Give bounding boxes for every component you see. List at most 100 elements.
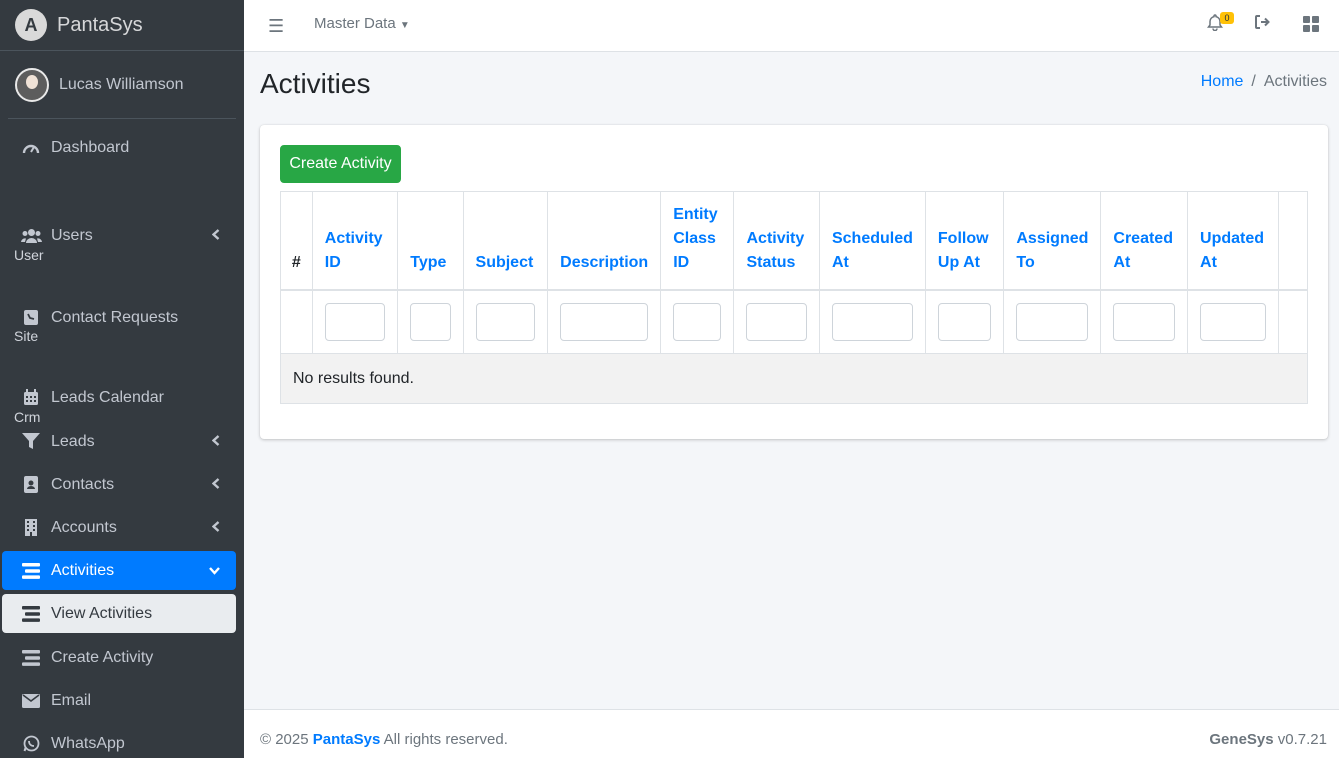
chevron-left-icon — [211, 520, 220, 535]
logout-icon[interactable] — [1254, 14, 1271, 35]
filter-input-activity-id[interactable] — [324, 302, 386, 341]
sidebar-item-label: View Activities — [51, 604, 153, 622]
filter-input-created-at[interactable] — [1113, 302, 1176, 341]
sidebar-item-contacts[interactable]: Contacts — [2, 465, 236, 504]
apps-grid-icon[interactable] — [1303, 16, 1319, 32]
column-header-text: Assigned — [1016, 229, 1089, 247]
column-header-type[interactable]: Type — [397, 191, 464, 291]
filter-input-scheduled-at[interactable] — [831, 302, 913, 341]
filter-icon — [20, 433, 42, 451]
column-header-text: Scheduled — [831, 229, 913, 247]
sidebar-item-accounts[interactable]: Accounts — [2, 508, 236, 547]
sidebar-item-label: Contact Requests — [51, 308, 179, 326]
column-header-created-at[interactable]: Created At — [1100, 191, 1189, 291]
column-header-text: Class — [673, 229, 716, 247]
column-header-text: Follow — [937, 229, 989, 247]
master-data-dropdown[interactable]: Master Data ▼ — [314, 15, 410, 32]
filter-cell — [397, 289, 464, 354]
column-header-text: Entity — [673, 205, 718, 223]
sidebar-item-label: Activities — [51, 561, 115, 579]
sidebar-item-label: Email — [51, 691, 92, 709]
column-header-scheduled-at[interactable]: Scheduled At — [818, 191, 926, 291]
sidebar-item-leads-calendar[interactable]: Leads Calendar — [2, 378, 236, 417]
filter-input-updated-at[interactable] — [1200, 302, 1266, 341]
breadcrumb-home-link[interactable]: Home — [1201, 73, 1244, 90]
user-name: Lucas Williamson — [59, 75, 184, 93]
sidebar-item-label: Contacts — [51, 475, 115, 493]
empty-message: No results found. — [280, 353, 1308, 404]
activities-table: # Activity ID Type Subject Description Entity C… — [280, 191, 1309, 404]
breadcrumb-separator: / — [1251, 73, 1256, 90]
chevron-down-icon — [209, 564, 220, 578]
sidebar-item-view-activities[interactable]: View Activities — [2, 594, 236, 633]
sidebar-item-label: WhatsApp — [51, 734, 125, 752]
sidebar-item-label: Leads Calendar — [51, 388, 164, 406]
building-icon — [20, 519, 42, 537]
filter-cell — [1003, 289, 1102, 354]
sidebar-item-activities[interactable]: Activities — [2, 551, 236, 590]
sidebar: A PantaSys Lucas Williamson Dashboard Use… — [0, 0, 244, 758]
filter-cell — [280, 289, 313, 354]
hamburger-menu-icon[interactable]: ☰ — [268, 16, 284, 37]
notification-badge: 0 — [1220, 12, 1234, 24]
column-header-follow-up-at[interactable]: Follow Up At — [924, 191, 1005, 291]
sidebar-item-label: Create Activity — [51, 648, 154, 666]
version-text: v0.7.21 — [1277, 731, 1327, 748]
empty-row: No results found. — [280, 353, 1308, 404]
whatsapp-icon — [20, 735, 42, 753]
column-header-text: Up At — [937, 253, 980, 271]
column-header-assigned-to[interactable]: Assigned To — [1003, 191, 1102, 291]
calendar-icon — [20, 389, 42, 407]
filter-input-follow-up-at[interactable] — [937, 302, 992, 341]
column-header-description[interactable]: Description — [547, 191, 662, 291]
column-header-text: Description — [560, 253, 649, 271]
filter-cell — [818, 289, 926, 354]
filter-input-activity-status[interactable] — [746, 302, 807, 341]
footer-brand-link[interactable]: PantaSys — [313, 731, 381, 748]
user-panel[interactable]: Lucas Williamson — [8, 51, 236, 119]
column-header-activity-status[interactable]: Activity Status — [733, 191, 820, 291]
sidebar-item-label: Leads — [51, 432, 95, 450]
column-header-text: To — [1016, 253, 1035, 271]
column-header-text: At — [1200, 253, 1217, 271]
address-book-icon — [20, 476, 42, 494]
list-icon — [20, 605, 42, 623]
sidebar-item-contact-requests[interactable]: Contact Requests — [2, 298, 236, 337]
column-header-entity-class-id[interactable]: Entity Class ID — [660, 191, 735, 291]
create-activity-button[interactable]: Create Activity — [280, 145, 401, 183]
list-icon — [20, 649, 42, 667]
filter-cell — [660, 289, 735, 354]
filter-input-subject[interactable] — [475, 302, 536, 341]
avatar — [15, 67, 49, 102]
chevron-left-icon — [211, 228, 220, 243]
filter-cell — [1100, 289, 1189, 354]
filter-input-entity-class-id[interactable] — [673, 302, 722, 341]
column-header-text: Activity — [746, 229, 805, 247]
column-header-text: Activity — [324, 229, 383, 247]
column-header-updated-at[interactable]: Updated At — [1187, 191, 1279, 291]
column-header-subject[interactable]: Subject — [462, 191, 549, 291]
sidebar-item-whatsapp[interactable]: WhatsApp — [2, 724, 236, 758]
column-header-text: At — [831, 253, 849, 271]
footer: © 2025 PantaSys All rights reserved. Gen… — [244, 709, 1339, 758]
sidebar-item-email[interactable]: Email — [2, 681, 236, 720]
column-header-text: Type — [410, 253, 447, 271]
column-header-text: At — [1113, 253, 1131, 271]
sidebar-item-create-activity[interactable]: Create Activity — [2, 638, 236, 677]
rights-text: All rights reserved. — [383, 731, 508, 748]
chevron-left-icon — [211, 477, 220, 492]
sidebar-item-label: Users — [51, 226, 93, 244]
sidebar-item-label: Dashboard — [51, 138, 130, 156]
breadcrumb-current: Activities — [1263, 73, 1327, 90]
list-icon — [20, 562, 42, 580]
sidebar-item-dashboard[interactable]: Dashboard — [2, 128, 236, 167]
filter-cell — [462, 289, 549, 354]
filter-input-assigned-to[interactable] — [1016, 302, 1089, 341]
column-header-activity-id[interactable]: Activity ID — [311, 191, 399, 291]
sidebar-item-users[interactable]: Users — [2, 216, 236, 255]
column-header-text: ID — [324, 253, 341, 271]
brand-link[interactable]: A PantaSys — [0, 0, 244, 51]
filter-input-type[interactable] — [410, 302, 451, 341]
sidebar-item-leads[interactable]: Leads — [2, 422, 236, 461]
filter-input-description[interactable] — [560, 302, 649, 341]
